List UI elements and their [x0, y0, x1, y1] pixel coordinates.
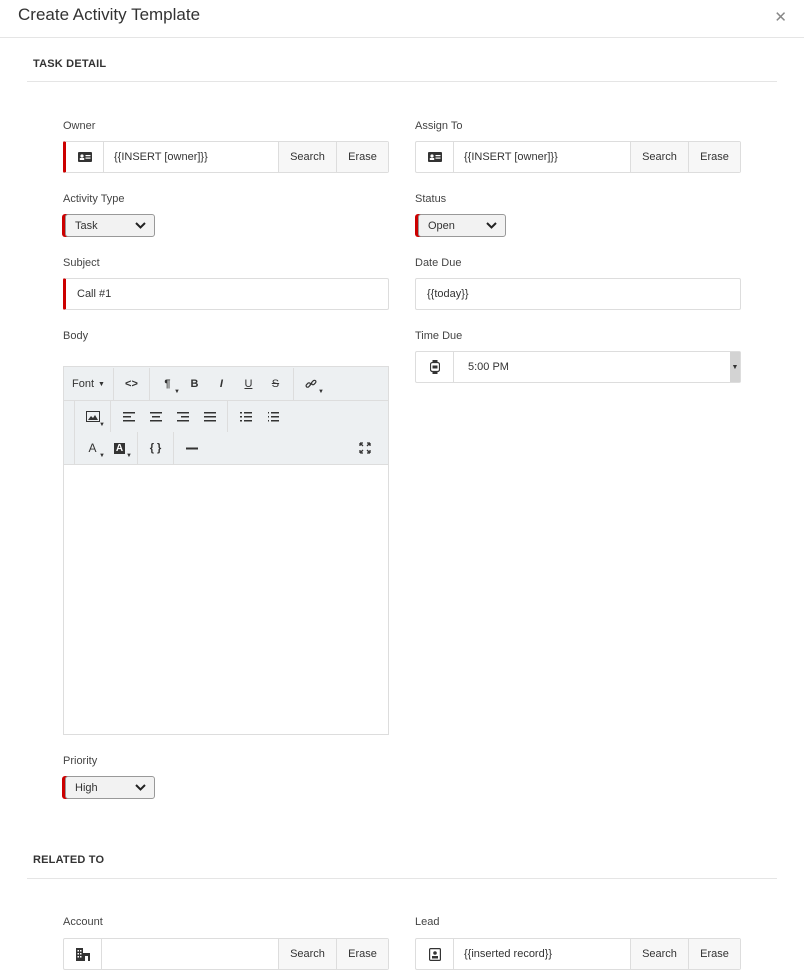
template-variable-icon[interactable]: { }	[142, 435, 169, 461]
toolbar-group-align	[111, 401, 228, 432]
toolbar-group-code: <>	[114, 368, 150, 400]
time-due-input[interactable]: 5:00 PM	[454, 352, 730, 382]
assign-to-search-button[interactable]: Search	[630, 142, 688, 172]
caret-down-icon: ▼	[98, 380, 105, 388]
building-icon	[64, 939, 102, 969]
activity-type-select[interactable]: Task	[65, 214, 155, 237]
assign-to-label: Assign To	[415, 120, 463, 132]
image-icon[interactable]: ▼	[79, 404, 106, 430]
toolbar-group-link: ▼	[294, 368, 329, 400]
chevron-down-icon	[486, 220, 497, 232]
contact-card-icon	[66, 142, 104, 172]
strikethrough-icon[interactable]: S	[262, 371, 289, 397]
time-due-label: Time Due	[415, 330, 463, 342]
owner-input[interactable]: {{INSERT [owner]}}	[104, 142, 278, 172]
priority-label: Priority	[63, 755, 98, 767]
horizontal-rule-icon[interactable]	[178, 435, 205, 461]
align-right-icon[interactable]	[169, 404, 196, 430]
owner-search-button[interactable]: Search	[278, 142, 336, 172]
toolbar-group-font: Font ▼	[64, 368, 114, 400]
assign-to-input[interactable]: {{INSERT [owner]}}	[454, 142, 630, 172]
justify-icon[interactable]	[196, 404, 223, 430]
section-divider	[27, 878, 777, 879]
subject-label: Subject	[63, 257, 100, 269]
activity-type-label: Activity Type	[63, 193, 125, 205]
font-dropdown[interactable]: Font ▼	[68, 371, 109, 397]
italic-icon[interactable]: I	[208, 371, 235, 397]
lead-search-button[interactable]: Search	[630, 939, 688, 969]
toolbar-group-image: ▼	[74, 401, 111, 432]
owner-label: Owner	[63, 120, 96, 132]
dialog-header: Create Activity Template ✕	[0, 0, 804, 38]
bullet-list-icon[interactable]	[232, 404, 259, 430]
paragraph-icon[interactable]: ¶ ▼	[154, 371, 181, 397]
assign-to-lookup: {{INSERT [owner]}} Search Erase	[415, 141, 741, 173]
code-view-icon[interactable]: <>	[118, 371, 145, 397]
toolbar-row-2: ▼	[64, 400, 388, 432]
owner-lookup: {{INSERT [owner]}} Search Erase	[63, 141, 389, 173]
toolbar-group-lists	[228, 401, 290, 432]
background-color-icon[interactable]: A ▼	[106, 435, 133, 461]
toolbar-row-1: Font ▼ <> ¶ ▼ B I U S ▼	[64, 368, 329, 400]
lead-label: Lead	[415, 916, 440, 928]
toolbar-row-3: A ▼ A ▼ { }	[64, 432, 388, 464]
body-textarea[interactable]	[64, 465, 388, 733]
account-input[interactable]	[102, 939, 278, 969]
dialog-title: Create Activity Template	[18, 5, 201, 24]
font-label: Font	[72, 378, 95, 390]
chevron-down-icon	[135, 220, 146, 232]
body-label: Body	[63, 330, 89, 342]
toolbar-group-colors: A ▼ A ▼	[74, 432, 138, 464]
toolbar-group-template: { }	[138, 432, 174, 464]
date-due-label: Date Due	[415, 257, 462, 269]
fullscreen-icon[interactable]	[351, 435, 378, 461]
font-color-icon[interactable]: A ▼	[79, 435, 106, 461]
lead-erase-button[interactable]: Erase	[688, 939, 740, 969]
lead-input[interactable]: {{inserted record}}	[454, 939, 630, 969]
section-title-task-detail: TASK DETAIL	[33, 58, 107, 70]
body-editor: Font ▼ <> ¶ ▼ B I U S ▼ ▼ A ▼ A ▼ {}	[63, 366, 389, 735]
account-label: Account	[63, 916, 103, 928]
bold-icon[interactable]: B	[181, 371, 208, 397]
contact-card-icon	[416, 142, 454, 172]
priority-value: High	[75, 781, 98, 794]
contact-badge-icon	[416, 939, 454, 969]
align-left-icon[interactable]	[115, 404, 142, 430]
editor-toolbar: Font ▼ <> ¶ ▼ B I U S ▼ ▼ A ▼ A ▼ {}	[64, 367, 388, 465]
toolbar-group-hr	[174, 432, 209, 464]
toolbar-group-style: ¶ ▼ B I U S	[150, 368, 294, 400]
close-icon[interactable]: ✕	[774, 8, 787, 26]
date-due-input[interactable]: {{today}}	[415, 278, 741, 310]
section-divider	[27, 81, 777, 82]
account-erase-button[interactable]: Erase	[336, 939, 388, 969]
status-label: Status	[415, 193, 447, 205]
status-select[interactable]: Open	[418, 214, 506, 237]
account-search-button[interactable]: Search	[278, 939, 336, 969]
priority-select[interactable]: High	[65, 776, 155, 799]
assign-to-erase-button[interactable]: Erase	[688, 142, 740, 172]
activity-type-value: Task	[75, 219, 98, 232]
numbered-list-icon[interactable]	[259, 404, 286, 430]
status-value: Open	[428, 219, 455, 232]
section-title-related-to: RELATED TO	[33, 854, 105, 866]
time-dropdown-arrow-icon[interactable]: ▼	[730, 352, 740, 382]
align-center-icon[interactable]	[142, 404, 169, 430]
watch-icon	[416, 352, 454, 382]
lead-lookup: {{inserted record}} Search Erase	[415, 938, 741, 970]
subject-input[interactable]: Call #1	[63, 278, 389, 310]
link-icon[interactable]: ▼	[298, 371, 325, 397]
owner-erase-button[interactable]: Erase	[336, 142, 388, 172]
chevron-down-icon	[135, 782, 146, 794]
time-due-picker: 5:00 PM ▼	[415, 351, 741, 383]
underline-icon[interactable]: U	[235, 371, 262, 397]
account-lookup: Search Erase	[63, 938, 389, 970]
